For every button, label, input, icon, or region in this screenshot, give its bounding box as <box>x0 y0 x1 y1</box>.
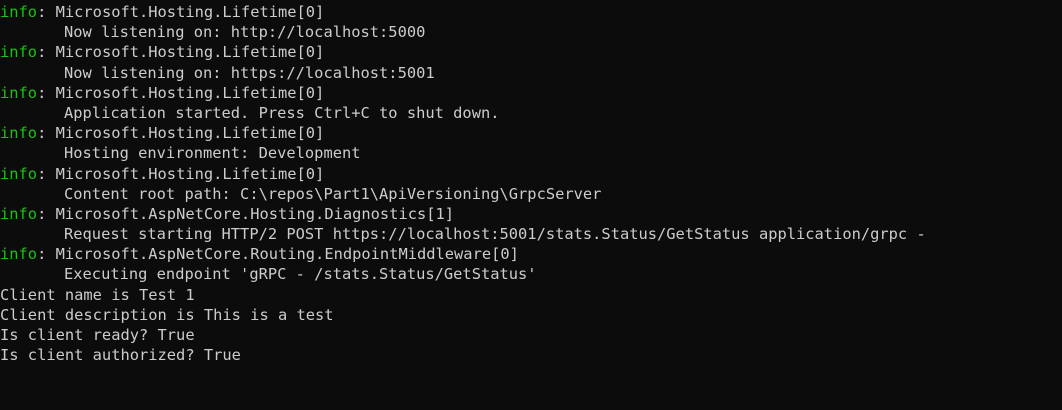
log-header-line: info: Microsoft.Hosting.Lifetime[0] <box>0 2 1062 22</box>
log-header-line: info: Microsoft.Hosting.Lifetime[0] <box>0 164 1062 184</box>
log-source: : Microsoft.Hosting.Lifetime[0] <box>37 3 325 21</box>
log-header-line: info: Microsoft.AspNetCore.Routing.Endpo… <box>0 244 1062 264</box>
log-level: info <box>0 43 38 62</box>
client-output-line: Client name is Test 1 <box>0 285 195 304</box>
log-level: info <box>0 3 38 21</box>
log-source: : Microsoft.Hosting.Lifetime[0] <box>37 124 325 143</box>
log-source: : Microsoft.AspNetCore.Routing.EndpointM… <box>37 245 519 264</box>
log-header-line: info: Microsoft.Hosting.Lifetime[0] <box>0 83 1062 103</box>
log-header-line: info: Microsoft.Hosting.Lifetime[0] <box>0 123 1062 143</box>
client-output-line: Is client authorized? True <box>0 346 241 365</box>
log-level: info <box>0 83 38 102</box>
client-output-line: Client description is This is a test <box>0 305 334 324</box>
log-message-line: Now listening on: http://localhost:5000 <box>64 23 426 42</box>
console-window[interactable]: info: Microsoft.Hosting.Lifetime[0] Now … <box>0 0 1062 410</box>
log-level: info <box>0 164 38 183</box>
log-level: info <box>0 204 38 223</box>
log-message-line: Executing endpoint 'gRPC - /stats.Status… <box>64 265 537 284</box>
log-message-line: Content root path: C:\repos\Part1\ApiVer… <box>64 184 602 203</box>
log-message-line: Request starting HTTP/2 POST https://loc… <box>64 225 926 244</box>
log-header-line: info: Microsoft.Hosting.Lifetime[0] <box>0 42 1062 62</box>
log-source: : Microsoft.Hosting.Lifetime[0] <box>37 164 325 183</box>
client-output-line: Is client ready? True <box>0 326 195 344</box>
log-level: info <box>0 245 38 264</box>
log-message-line: Now listening on: https://localhost:5001 <box>64 63 435 82</box>
log-source: : Microsoft.Hosting.Lifetime[0] <box>37 43 325 62</box>
log-message-line: Application started. Press Ctrl+C to shu… <box>64 103 500 122</box>
log-message-line: Hosting environment: Development <box>64 144 361 163</box>
log-source: : Microsoft.AspNetCore.Hosting.Diagnosti… <box>37 204 455 223</box>
log-source: : Microsoft.Hosting.Lifetime[0] <box>37 83 325 102</box>
log-header-line: info: Microsoft.AspNetCore.Hosting.Diagn… <box>0 204 1062 224</box>
log-level: info <box>0 124 38 143</box>
